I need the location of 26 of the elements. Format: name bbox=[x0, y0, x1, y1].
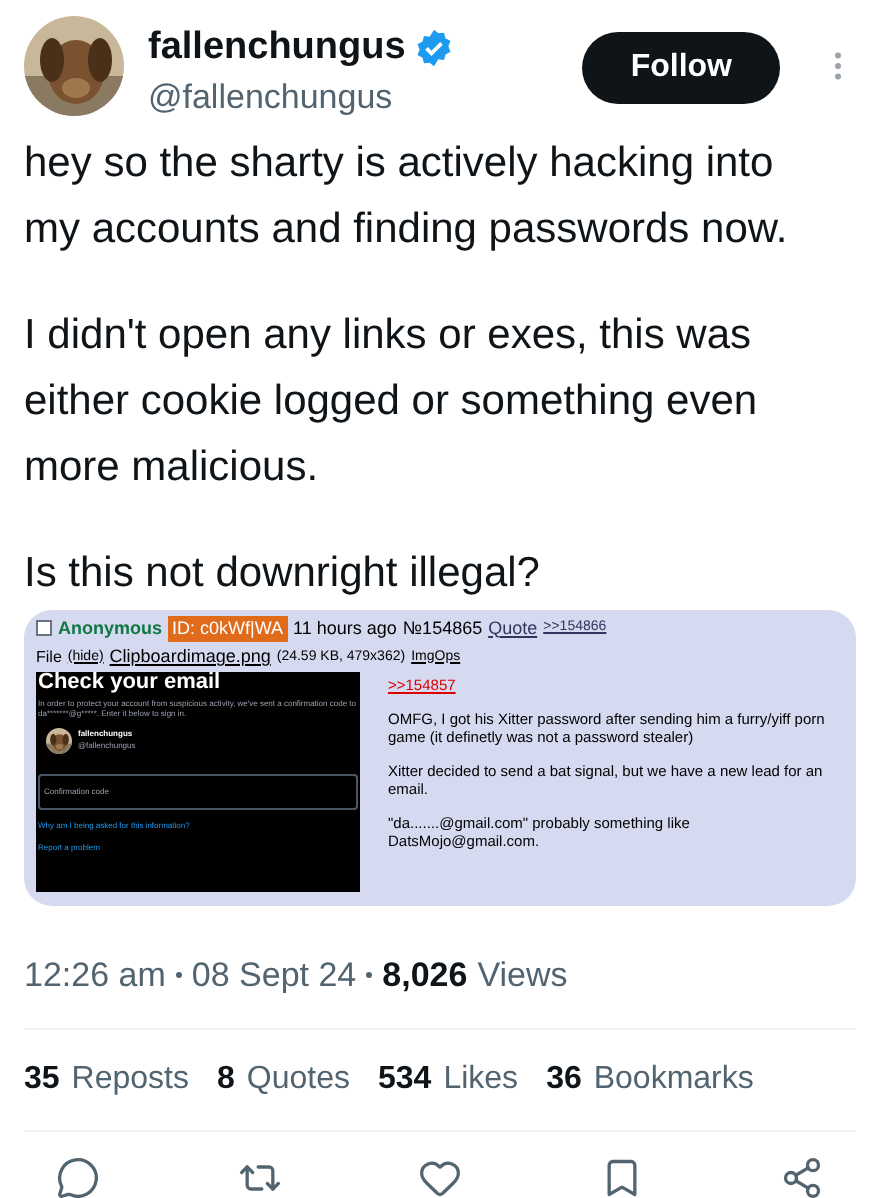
views-label: Views bbox=[477, 953, 568, 997]
stat-label[interactable]: Likes bbox=[443, 1056, 519, 1104]
file-label: File bbox=[36, 645, 62, 670]
stat-label[interactable]: Reposts bbox=[71, 1056, 189, 1104]
post-time: 11 hours ago bbox=[293, 615, 397, 642]
email-check-title: Check your email bbox=[38, 671, 223, 693]
tweet-text: hey so the sharty is actively hacking into my accounts and finding passwords now. bbox=[24, 137, 790, 255]
author-handle[interactable]: @fallenchungus bbox=[148, 77, 583, 117]
stat-count: 36 bbox=[546, 1060, 582, 1100]
stat-label[interactable]: Quotes bbox=[246, 1056, 350, 1104]
stat-count: 8 bbox=[217, 1060, 235, 1100]
quote-link[interactable]: Quote bbox=[488, 615, 538, 642]
follow-button[interactable]: Follow bbox=[582, 32, 780, 104]
tweet-text: I didn't open any links or exes, this was either cookie logged or something even more malicious. bbox=[24, 309, 760, 493]
stat-label[interactable]: Bookmarks bbox=[593, 1056, 754, 1104]
tweet-text: Is this not downright illegal? bbox=[24, 547, 542, 599]
author-name: fallenchungus bbox=[148, 24, 406, 72]
stat-count: 534 bbox=[378, 1060, 432, 1100]
post-number: №154865 bbox=[402, 615, 483, 641]
stat-count: 35 bbox=[24, 1060, 60, 1100]
file-name-link[interactable]: Clipboardimage.png bbox=[109, 644, 271, 671]
tweet-date[interactable]: 08 Sept 24 bbox=[191, 949, 357, 1000]
tweet-time[interactable]: 12:26 am bbox=[24, 949, 166, 1000]
poster-name: Anonymous bbox=[58, 615, 163, 642]
views-count: 8,026 bbox=[382, 953, 468, 997]
poster-id: ID: c0kWf|WA bbox=[168, 615, 288, 642]
